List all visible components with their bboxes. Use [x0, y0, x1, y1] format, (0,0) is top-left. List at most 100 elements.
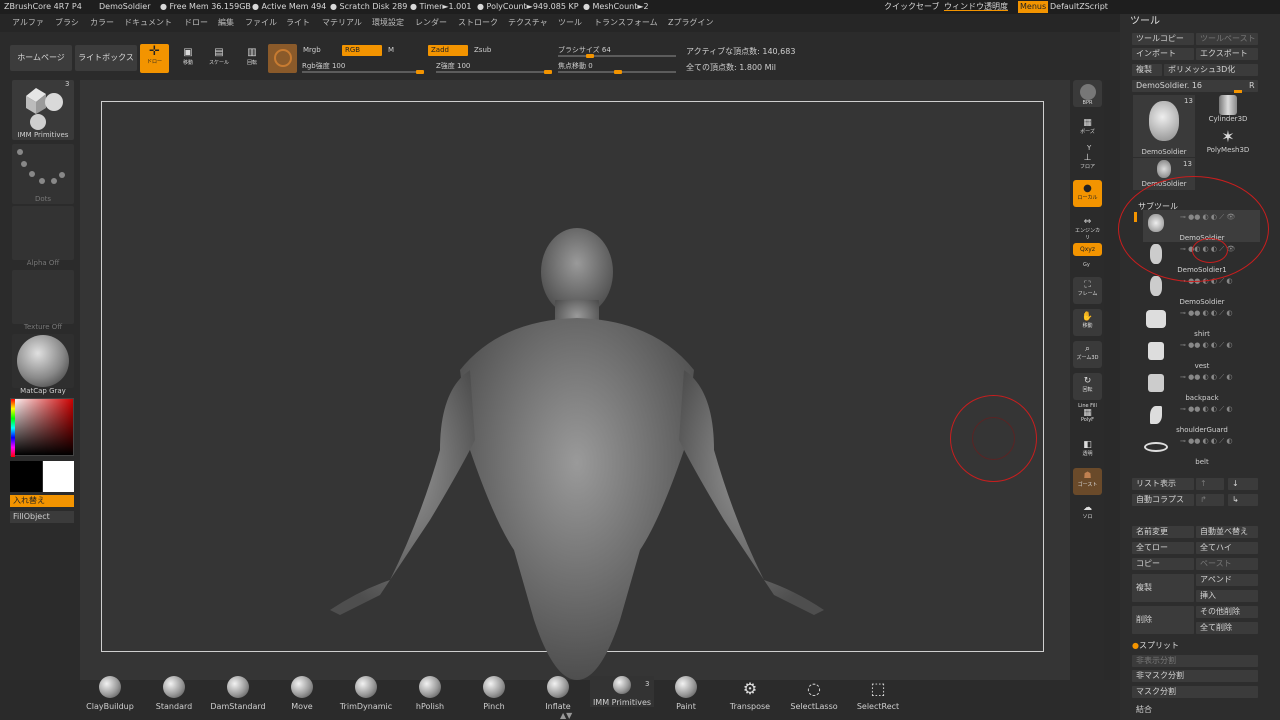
arrow-up-right-button[interactable]: ↱: [1196, 494, 1224, 506]
subtool-toggles-4[interactable]: ⊸ ●● ◐ ◐ ⟋ ◐: [1180, 341, 1232, 350]
material-thumbnail[interactable]: [12, 334, 74, 388]
menu-file[interactable]: ファイル: [245, 14, 277, 32]
brush-trimdynamic[interactable]: TrimDynamic: [336, 676, 396, 711]
brush-pinch[interactable]: Pinch: [464, 676, 524, 711]
menu-alpha[interactable]: アルファ: [12, 14, 44, 32]
zsub-button[interactable]: Zsub: [471, 45, 511, 56]
quicksave-button[interactable]: クイックセーブ: [884, 0, 940, 14]
subtool-toggles-7[interactable]: ⊸ ●● ◐ ◐ ⟋ ◐: [1180, 437, 1232, 446]
subtool-toggles-6[interactable]: ⊸ ●● ◐ ◐ ⟋ ◐: [1180, 405, 1232, 414]
brush-transpose[interactable]: ⚙ Transpose: [720, 676, 780, 711]
material-swatch-button[interactable]: [268, 44, 297, 73]
transparency-toggle[interactable]: ウィンドウ透明度: [944, 0, 1008, 14]
move-up-button[interactable]: ↑: [1196, 478, 1224, 490]
z-intensity-slider[interactable]: [436, 71, 552, 73]
menu-light[interactable]: ライト: [286, 14, 310, 32]
delete-all-button[interactable]: 全て削除: [1196, 622, 1258, 634]
menu-brush[interactable]: ブラシ: [55, 14, 79, 32]
solo-button[interactable]: ☁ ソロ: [1073, 500, 1102, 527]
menu-tool[interactable]: ツール: [558, 14, 582, 32]
brush-paint[interactable]: Paint: [656, 676, 716, 711]
rgb-button[interactable]: RGB: [342, 45, 382, 56]
fill-object-button[interactable]: FillObject: [10, 511, 74, 523]
tool-paste-button[interactable]: ツールペースト: [1196, 33, 1258, 45]
brush-imm-primitives[interactable]: IMM Primitives 3: [590, 676, 654, 707]
menu-render[interactable]: レンダー: [415, 14, 447, 32]
duplicate-button[interactable]: 複製: [1132, 574, 1194, 602]
all-high-button[interactable]: 全てハイ: [1196, 542, 1258, 554]
focal-shift-knob[interactable]: [614, 70, 622, 74]
merge-section[interactable]: 結合: [1132, 704, 1258, 716]
menu-texture[interactable]: テクスチャ: [508, 14, 548, 32]
brush-standard[interactable]: Standard: [144, 676, 204, 711]
make-polymesh-button[interactable]: ポリメッシュ3D化: [1164, 64, 1258, 76]
menu-preferences[interactable]: 環境設定: [372, 14, 404, 32]
swap-color-button[interactable]: 入れ替え: [10, 495, 74, 507]
tool-thumb-polymesh[interactable]: ✶ PolyMesh3D: [1200, 128, 1256, 158]
brush-selectlasso[interactable]: ◌ SelectLasso: [784, 676, 844, 711]
delete-other-button[interactable]: その他削除: [1196, 606, 1258, 618]
z-intensity-knob[interactable]: [544, 70, 552, 74]
split-hidden-button[interactable]: 非表示分割: [1132, 655, 1258, 667]
color-picker[interactable]: [10, 398, 74, 457]
m-button[interactable]: M: [385, 45, 425, 56]
move-down-button[interactable]: ↓: [1228, 478, 1258, 490]
current-tool-slider[interactable]: DemoSoldier. 16: [1132, 80, 1248, 92]
split-unmasked-button[interactable]: 非マスク分割: [1132, 670, 1258, 682]
floor-button[interactable]: ⊥ フロア: [1073, 150, 1102, 177]
all-low-button[interactable]: 全てロー: [1132, 542, 1194, 554]
clone-button[interactable]: 複製: [1132, 64, 1162, 76]
rename-button[interactable]: 名前変更: [1132, 526, 1194, 538]
alpha-thumbnail[interactable]: [12, 206, 74, 260]
lightbox-button[interactable]: ライトボックス: [75, 45, 137, 71]
arrow-down-right-button[interactable]: ↳: [1228, 494, 1258, 506]
move-view-button[interactable]: ✋ 移動: [1073, 309, 1102, 336]
import-button[interactable]: インポート: [1132, 48, 1194, 60]
tool-thumb-demosoldier[interactable]: 13 DemoSoldier: [1133, 95, 1195, 157]
export-button[interactable]: エクスポート: [1196, 48, 1258, 60]
mrgb-button[interactable]: Mrgb: [300, 45, 340, 56]
menu-material[interactable]: マテリアル: [322, 14, 362, 32]
frame-button[interactable]: ⛶ フレーム: [1073, 277, 1102, 304]
delete-button[interactable]: 削除: [1132, 606, 1194, 634]
subtool-toggles-3[interactable]: ⊸ ●● ◐ ◐ ⟋ ◐: [1180, 309, 1232, 318]
move-mode-button[interactable]: ▣ 移動: [176, 45, 200, 71]
menu-zplugin[interactable]: Zプラグイン: [668, 14, 713, 32]
lsym-button[interactable]: ⇔ エンジンカリ: [1073, 214, 1102, 241]
brush-hpolish[interactable]: hPolish: [400, 676, 460, 711]
menu-draw[interactable]: ドロー: [184, 14, 208, 32]
append-button[interactable]: アペンド: [1196, 574, 1258, 586]
menus-toggle[interactable]: Menus: [1018, 1, 1049, 13]
pose-button[interactable]: ▦ ポーズ: [1073, 115, 1102, 142]
draw-mode-button[interactable]: ✛ ドロー: [140, 44, 169, 73]
local-button[interactable]: ● ローカル: [1073, 180, 1102, 207]
menu-stroke[interactable]: ストローク: [458, 14, 498, 32]
zoom3d-button[interactable]: ⌕ ズーム3D: [1073, 341, 1102, 368]
list-all-button[interactable]: リスト表示: [1132, 478, 1194, 490]
xyz-button[interactable]: Qxyz: [1073, 243, 1102, 256]
zadd-button[interactable]: Zadd: [428, 45, 468, 56]
home-page-button[interactable]: ホームページ: [10, 45, 72, 71]
brush-damstandard[interactable]: DamStandard: [208, 676, 268, 711]
brush-inflate[interactable]: Inflate: [528, 676, 588, 711]
subtool-toggles-5[interactable]: ⊸ ●● ◐ ◐ ⟋ ◐: [1180, 373, 1232, 382]
brush-move[interactable]: Move: [272, 676, 332, 711]
primary-color-swatch[interactable]: [43, 461, 74, 492]
rotate-mode-button[interactable]: ▥ 回転: [240, 45, 264, 71]
split-masked-button[interactable]: マスク分割: [1132, 686, 1258, 698]
tool-thumb-cylinder[interactable]: Cylinder3D: [1200, 95, 1256, 125]
brush-claybuildup[interactable]: ClayBuildup: [80, 676, 140, 711]
texture-thumbnail[interactable]: [12, 270, 74, 324]
menu-color[interactable]: カラー: [90, 14, 114, 32]
zscript-label[interactable]: DefaultZScript: [1050, 0, 1108, 14]
paste-subtool-button[interactable]: ペースト: [1196, 558, 1258, 570]
auto-reorder-button[interactable]: 自動並べ替え: [1196, 526, 1258, 538]
current-tool-knob[interactable]: [1234, 90, 1242, 93]
line-fill-button[interactable]: Line Fill ▦ PolyF: [1073, 403, 1102, 430]
transp-button[interactable]: ◧ 透明: [1073, 437, 1102, 464]
copy-subtool-button[interactable]: コピー: [1132, 558, 1194, 570]
hue-strip[interactable]: [11, 399, 15, 457]
rgb-intensity-knob[interactable]: [416, 70, 424, 74]
tool-copy-button[interactable]: ツールコピー: [1132, 33, 1194, 45]
scale-mode-button[interactable]: ▤ スケール: [206, 45, 232, 71]
